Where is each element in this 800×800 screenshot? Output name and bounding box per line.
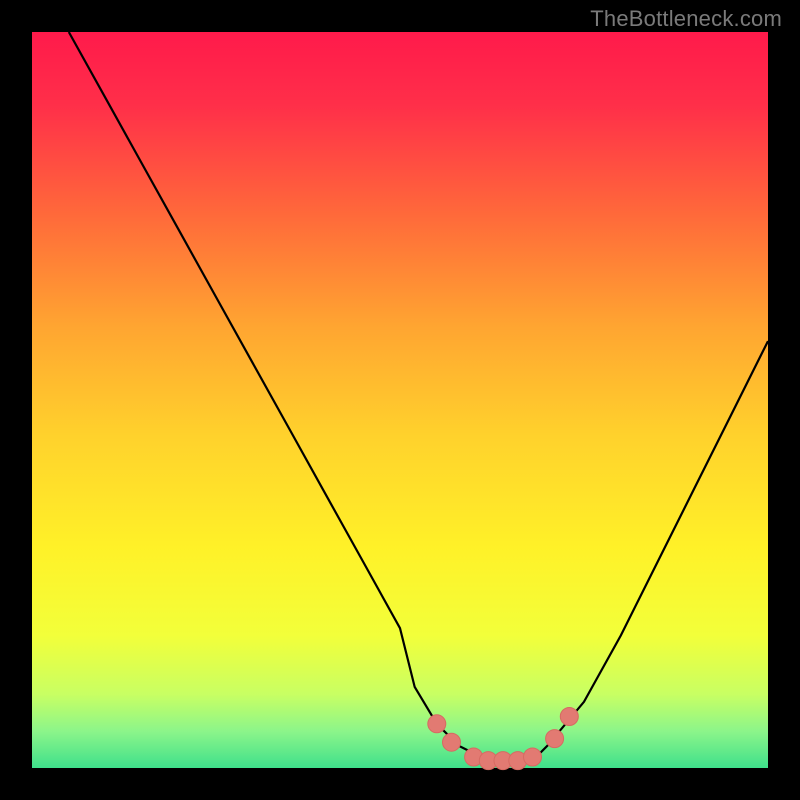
chart-frame: TheBottleneck.com: [0, 0, 800, 800]
marker-point: [443, 733, 461, 751]
plot-background: [32, 32, 768, 768]
marker-point: [428, 715, 446, 733]
marker-point: [524, 748, 542, 766]
bottleneck-chart: [0, 0, 800, 800]
marker-point: [560, 708, 578, 726]
watermark-text: TheBottleneck.com: [590, 6, 782, 32]
marker-point: [546, 730, 564, 748]
